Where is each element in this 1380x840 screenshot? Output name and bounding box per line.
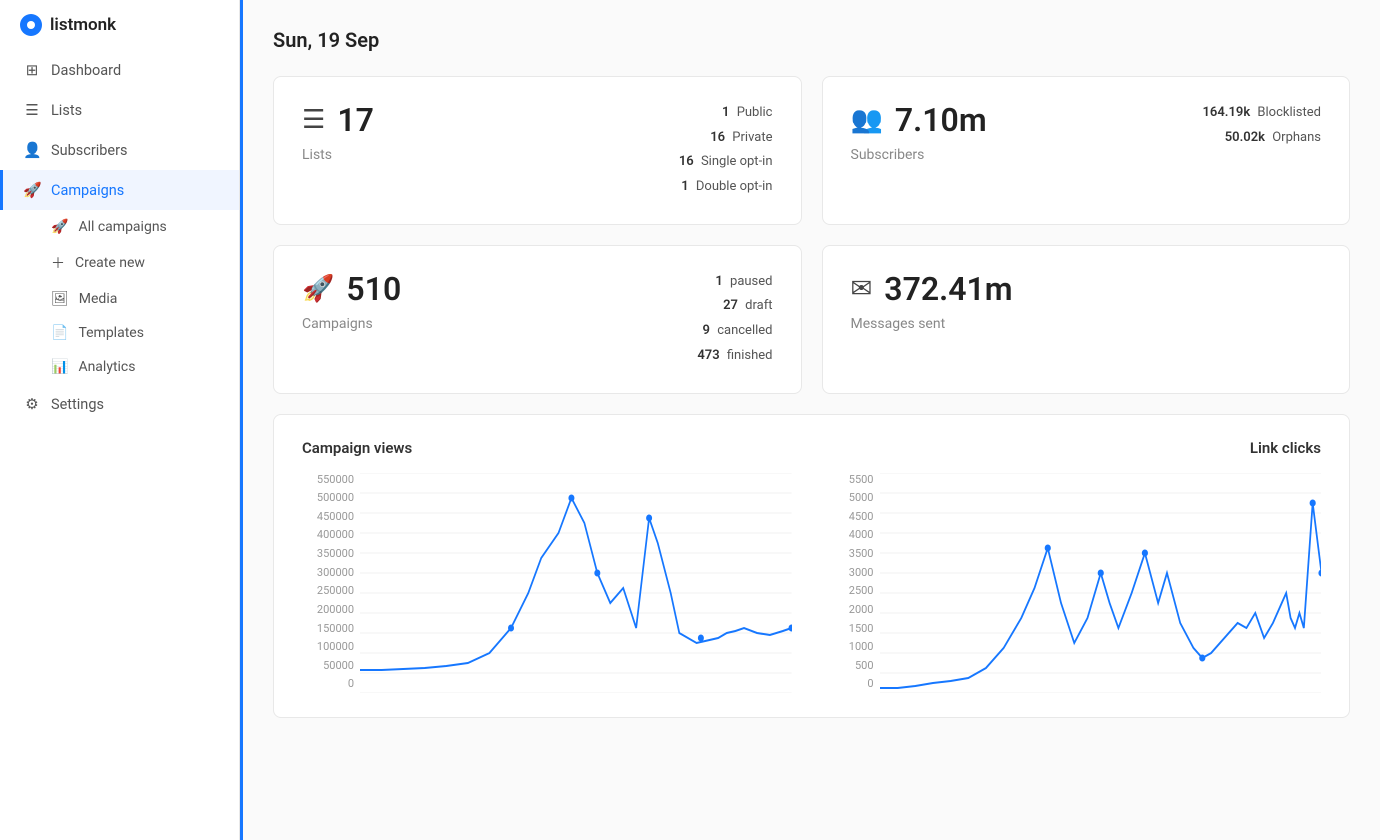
messages-stat-card: ✉ 372.41m Messages sent [822, 245, 1351, 394]
nav-label-dashboard: Dashboard [51, 62, 121, 79]
stats-grid: ☰ 17 Lists 1 Public 16 Private 16 Single… [273, 76, 1350, 394]
gear-icon: ⚙ [23, 395, 41, 413]
clicks-chart-title: Link clicks [1250, 439, 1321, 457]
logo-text: listmonk [50, 15, 116, 35]
clicks-y-axis: 0 500 1000 1500 2000 2500 3000 3500 4000… [832, 473, 880, 693]
file-icon: 📄 [51, 325, 68, 341]
lists-label: Lists [302, 147, 374, 163]
bar-chart-icon: 📊 [51, 359, 68, 375]
rocket-small-icon: 🚀 [51, 219, 68, 235]
lists-details: 1 Public 16 Private 16 Single opt-in 1 D… [679, 101, 773, 200]
lists-detail-0: 1 Public [679, 101, 773, 126]
list-icon: ☰ [23, 101, 41, 119]
grid-icon: ⊞ [23, 61, 41, 79]
sidebar-item-analytics[interactable]: 📊 Analytics [0, 350, 239, 384]
lists-stat-left: ☰ 17 Lists [302, 101, 374, 163]
views-svg [360, 473, 792, 693]
subscribers-stat-card: 👥 7.10m Subscribers 164.19k Blocklisted … [822, 76, 1351, 225]
views-y-axis: 0 50000 100000 150000 200000 250000 3000… [302, 473, 360, 693]
plus-icon: ＋ [51, 253, 65, 273]
lists-detail-3: 1 Double opt-in [679, 175, 773, 200]
views-chart-title: Campaign views [302, 439, 412, 457]
charts-header: Campaign views Link clicks [302, 439, 1321, 457]
clicks-chart: 0 500 1000 1500 2000 2500 3000 3500 4000… [832, 473, 1322, 693]
messages-label: Messages sent [851, 316, 1013, 332]
sidebar-item-create-new[interactable]: ＋ Create new [0, 244, 239, 282]
nav-label-subscribers: Subscribers [51, 142, 128, 159]
lists-detail-2: 16 Single opt-in [679, 150, 773, 175]
lists-number: 17 [337, 101, 374, 139]
messages-icon: ✉ [851, 274, 873, 304]
main-nav: ⊞ Dashboard ☰ Lists 👤 Subscribers 🚀 Camp… [0, 50, 239, 424]
campaigns-label: Campaigns [302, 316, 401, 332]
sidebar-item-lists[interactable]: ☰ Lists [0, 90, 239, 130]
sidebar-item-media[interactable]: 🖼 Media [0, 282, 239, 316]
logo-icon [20, 14, 42, 36]
messages-number: 372.41m [884, 270, 1012, 308]
image-icon: 🖼 [51, 291, 69, 307]
nav-label-media: Media [79, 291, 118, 307]
sidebar-item-campaigns[interactable]: 🚀 Campaigns [0, 170, 239, 210]
nav-label-campaigns: Campaigns [51, 182, 124, 199]
main-content: Sun, 19 Sep ☰ 17 Lists 1 Public 16 Priva… [243, 0, 1380, 840]
campaigns-details: 1 paused 27 draft 9 cancelled 473 finish… [697, 270, 772, 369]
clicks-svg [880, 473, 1322, 693]
sidebar-item-templates[interactable]: 📄 Templates [0, 316, 239, 350]
sidebar-item-settings[interactable]: ⚙ Settings [0, 384, 239, 424]
page-date: Sun, 19 Sep [273, 28, 1350, 52]
campaigns-icon: 🚀 [302, 274, 334, 304]
lists-stat-card: ☰ 17 Lists 1 Public 16 Private 16 Single… [273, 76, 802, 225]
subscribers-details: 164.19k Blocklisted 50.02k Orphans [1202, 101, 1321, 150]
views-chart: 0 50000 100000 150000 200000 250000 3000… [302, 473, 792, 693]
campaigns-number: 510 [346, 270, 401, 308]
sidebar-item-subscribers[interactable]: 👤 Subscribers [0, 130, 239, 170]
lists-detail-1: 16 Private [679, 126, 773, 151]
nav-label-analytics: Analytics [78, 359, 135, 375]
nav-label-settings: Settings [51, 396, 104, 413]
lists-icon: ☰ [302, 105, 325, 135]
nav-label-templates: Templates [78, 325, 144, 341]
person-icon: 👤 [23, 141, 41, 159]
subscribers-label: Subscribers [851, 147, 987, 163]
logo[interactable]: listmonk [0, 0, 239, 50]
sidebar-item-all-campaigns[interactable]: 🚀 All campaigns [0, 210, 239, 244]
nav-label-all-campaigns: All campaigns [78, 219, 166, 235]
sidebar-item-dashboard[interactable]: ⊞ Dashboard [0, 50, 239, 90]
sidebar: listmonk ⊞ Dashboard ☰ Lists 👤 Subscribe… [0, 0, 240, 840]
rocket-icon: 🚀 [23, 181, 41, 199]
subscribers-icon: 👥 [851, 105, 883, 135]
nav-label-lists: Lists [51, 102, 82, 119]
charts-grid: 0 50000 100000 150000 200000 250000 3000… [302, 473, 1321, 693]
campaigns-stat-card: 🚀 510 Campaigns 1 paused 27 draft 9 canc… [273, 245, 802, 394]
nav-label-create-new: Create new [75, 255, 145, 271]
charts-container: Campaign views Link clicks 0 50000 10000… [273, 414, 1350, 718]
subscribers-number: 7.10m [895, 101, 987, 139]
